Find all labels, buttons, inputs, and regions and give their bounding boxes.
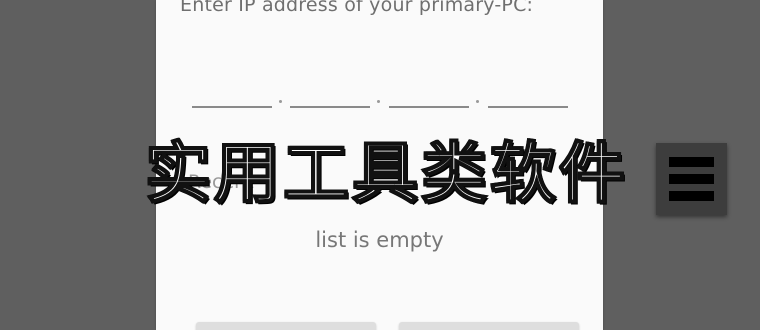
hamburger-menu-icon — [669, 174, 714, 184]
dialog-button-left[interactable] — [196, 322, 376, 330]
ip-octet-3-field[interactable] — [389, 102, 469, 108]
menu-button[interactable] — [656, 143, 727, 215]
ip-separator-dot — [476, 100, 479, 103]
hamburger-menu-icon — [669, 157, 714, 167]
hamburger-menu-icon — [669, 191, 714, 201]
ip-octet-4-field[interactable] — [488, 102, 568, 108]
dialog-button-right[interactable] — [399, 322, 579, 330]
recent-list-empty-text: list is empty — [315, 228, 444, 252]
ip-separator-dot — [377, 100, 380, 103]
ip-octet-1-field[interactable] — [192, 102, 272, 108]
watermark-overlay-text: 实用工具类软件 — [144, 134, 628, 213]
screen: Enter IP address of your primary-PC: Rec… — [0, 0, 760, 330]
ip-prompt-text: Enter IP address of your primary-PC: — [180, 0, 534, 16]
dim-backdrop-left — [0, 0, 156, 330]
ip-separator-dot — [279, 100, 282, 103]
ip-octet-2-field[interactable] — [290, 102, 370, 108]
